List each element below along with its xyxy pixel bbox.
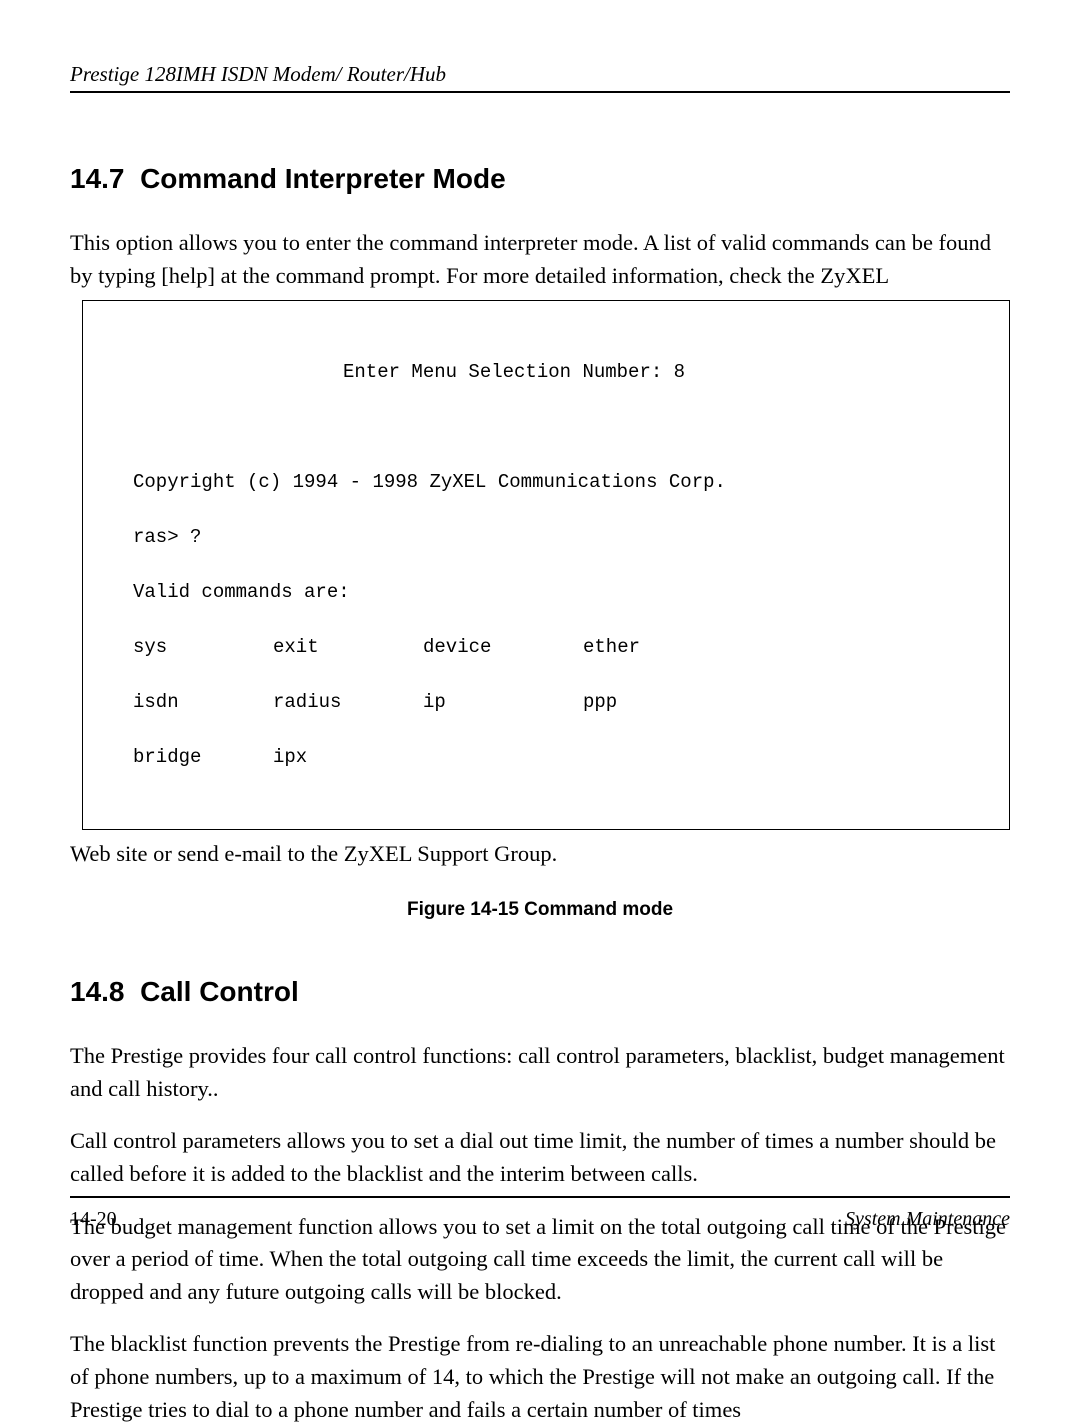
terminal-copyright: Copyright (c) 1994 - 1998 ZyXEL Communic… — [133, 469, 959, 497]
section-title: Call Control — [140, 976, 299, 1007]
terminal-valid-label: Valid commands are: — [133, 579, 959, 607]
cmd-cell: radius — [273, 689, 423, 717]
cmd-cell: ipx — [273, 744, 423, 772]
cmd-cell: ether — [583, 634, 959, 662]
section2-para4: The blacklist function prevents the Pres… — [70, 1328, 1010, 1426]
section-heading-14-8: 14.8 Call Control — [70, 976, 1010, 1008]
footer-section-name: System Maintenance — [845, 1208, 1010, 1231]
section-number: 14.7 — [70, 163, 125, 194]
section-title: Command Interpreter Mode — [140, 163, 506, 194]
section1-intro: This option allows you to enter the comm… — [70, 227, 1010, 292]
section-heading-14-7: 14.7 Command Interpreter Mode — [70, 163, 1010, 195]
terminal-commands-row3: bridgeipx — [133, 744, 959, 772]
terminal-output-box: Enter Menu Selection Number: 8 Copyright… — [82, 300, 1010, 830]
cmd-cell: isdn — [133, 689, 273, 717]
section2-para1: The Prestige provides four call control … — [70, 1040, 1010, 1105]
terminal-commands-row1: sysexitdeviceether — [133, 634, 959, 662]
header-rule — [70, 91, 1010, 93]
terminal-commands-row2: isdnradiusipppp — [133, 689, 959, 717]
section1-after-box: Web site or send e-mail to the ZyXEL Sup… — [70, 838, 1010, 871]
cmd-cell: ip — [423, 689, 583, 717]
cmd-cell — [423, 744, 583, 772]
page-footer: 14-20 System Maintenance — [70, 1196, 1010, 1231]
cmd-cell: ppp — [583, 689, 959, 717]
terminal-ras-prompt: ras> ? — [133, 524, 959, 552]
terminal-menu-selection: Enter Menu Selection Number: 8 — [133, 359, 959, 387]
cmd-cell: sys — [133, 634, 273, 662]
cmd-cell: exit — [273, 634, 423, 662]
footer-rule — [70, 1196, 1010, 1198]
section2-para2: Call control parameters allows you to se… — [70, 1125, 1010, 1190]
figure-caption: Figure 14-15 Command mode — [70, 899, 1010, 921]
cmd-cell — [583, 744, 959, 772]
footer-page-number: 14-20 — [70, 1208, 117, 1231]
page-header-title: Prestige 128IMH ISDN Modem/ Router/Hub — [70, 62, 1010, 87]
section-number: 14.8 — [70, 976, 125, 1007]
cmd-cell: device — [423, 634, 583, 662]
cmd-cell: bridge — [133, 744, 273, 772]
